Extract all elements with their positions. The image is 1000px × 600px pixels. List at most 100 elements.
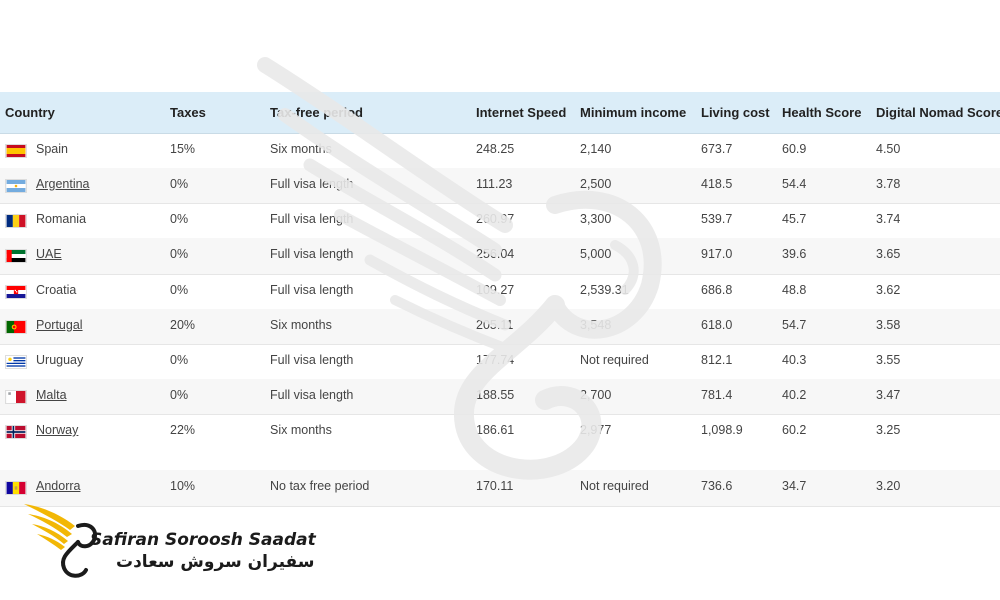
malta-flag-icon — [5, 390, 27, 404]
cell-digital-nomad-score: 4.50 — [876, 142, 901, 156]
header-health-score[interactable]: Health Score — [782, 92, 861, 133]
cell-living-cost: 1,098.9 — [701, 423, 743, 437]
cell-tax-free-period: Six months — [270, 423, 332, 437]
cell-health-score: 54.4 — [782, 177, 807, 191]
table-row: Portugal 20% Six months 205.11 3,548 618.0 54.… — [0, 309, 1000, 345]
cell-living-cost: 418.5 — [701, 177, 733, 191]
cell-health-score: 34.7 — [782, 479, 807, 493]
table-row: Uruguay 0% Full visa length 177.74 Not requi… — [0, 344, 1000, 380]
cell-health-score: 40.3 — [782, 353, 807, 367]
cell-minimum-income: 3,300 — [580, 212, 612, 226]
cell-health-score: 48.8 — [782, 283, 807, 297]
cell-internet-speed: 260.97 — [476, 212, 515, 226]
cell-tax-free-period: Full visa length — [270, 283, 354, 297]
table-row: Spain 15% Six months 248.25 2,140 673.7 60.9 4.… — [0, 133, 1000, 169]
cell-living-cost: 812.1 — [701, 353, 733, 367]
norway-flag-icon — [5, 425, 27, 439]
cell-digital-nomad-score: 3.74 — [876, 212, 901, 226]
cell-minimum-income: 2,539.31 — [580, 283, 629, 297]
cell-tax-free-period: Full visa length — [270, 177, 354, 191]
header-digital-nomad-score[interactable]: Digital Nomad Score — [876, 92, 1000, 133]
country-link[interactable]: Norway — [36, 423, 78, 437]
table-header: Country Taxes Tax-free period Internet S… — [0, 92, 1000, 134]
argentina-flag-icon — [5, 179, 27, 193]
cell-health-score: 40.2 — [782, 388, 807, 402]
cell-internet-speed: 109.27 — [476, 283, 515, 297]
cell-minimum-income: Not required — [580, 479, 649, 493]
table-row: Romania 0% Full visa length 260.97 3,300 539.… — [0, 203, 1000, 239]
andorra-flag-icon — [5, 481, 27, 495]
logo-name-en: Safiran Soroosh Saadat — [90, 530, 316, 550]
cell-living-cost: 917.0 — [701, 247, 733, 261]
cell-tax-free-period: Six months — [270, 318, 332, 332]
header-tax-free-period[interactable]: Tax-free period — [270, 92, 363, 133]
cell-minimum-income: 2,977 — [580, 423, 612, 437]
portugal-flag-icon — [5, 320, 27, 334]
cell-health-score: 60.2 — [782, 423, 807, 437]
cell-living-cost: 673.7 — [701, 142, 733, 156]
country-link[interactable]: Andorra — [36, 479, 80, 493]
romania-flag-icon — [5, 214, 27, 228]
cell-internet-speed: 186.61 — [476, 423, 515, 437]
country-name: Croatia — [36, 283, 77, 297]
cell-internet-speed: 170.11 — [476, 479, 514, 493]
cell-minimum-income: 5,000 — [580, 247, 612, 261]
cell-health-score: 54.7 — [782, 318, 807, 332]
country-name: Romania — [36, 212, 87, 226]
cell-internet-speed: 248.25 — [476, 142, 515, 156]
cell-minimum-income: Not required — [580, 353, 649, 367]
cell-digital-nomad-score: 3.58 — [876, 318, 901, 332]
cell-minimum-income: 3,548 — [580, 318, 612, 332]
cell-living-cost: 781.4 — [701, 388, 733, 402]
cell-digital-nomad-score: 3.20 — [876, 479, 901, 493]
cell-internet-speed: 188.55 — [476, 388, 515, 402]
cell-tax-free-period: No tax free period — [270, 479, 370, 493]
uae-flag-icon — [5, 249, 27, 263]
cell-taxes: 20% — [170, 318, 196, 332]
cell-internet-speed: 111.23 — [476, 177, 513, 191]
table-row: Argentina 0% Full visa length 111.23 2,500 41… — [0, 168, 1000, 204]
cell-health-score: 45.7 — [782, 212, 807, 226]
cell-minimum-income: 2,500 — [580, 177, 612, 191]
cell-internet-speed: 205.11 — [476, 318, 514, 332]
header-living-cost[interactable]: Living cost — [701, 92, 770, 133]
cell-taxes: 0% — [170, 247, 189, 261]
cell-taxes: 0% — [170, 388, 189, 402]
country-link[interactable]: Portugal — [36, 318, 83, 332]
cell-living-cost: 618.0 — [701, 318, 733, 332]
header-country[interactable]: Country — [5, 92, 55, 133]
table-row: Croatia 0% Full visa length 109.27 2,539.31 6… — [0, 274, 1000, 310]
header-taxes[interactable]: Taxes — [170, 92, 206, 133]
cell-health-score: 39.6 — [782, 247, 807, 261]
country-link[interactable]: Argentina — [36, 177, 90, 191]
cell-minimum-income: 2,700 — [580, 388, 612, 402]
table-row: Norway 22% Six months 186.61 2,977 1,098.9 60.… — [0, 414, 1000, 471]
cell-taxes: 15% — [170, 142, 196, 156]
cell-internet-speed: 177.74 — [476, 353, 515, 367]
croatia-flag-icon — [5, 285, 27, 299]
cell-living-cost: 686.8 — [701, 283, 733, 297]
cell-taxes: 22% — [170, 423, 196, 437]
logo-name-fa: سفیران سروش سعادت — [116, 552, 315, 572]
country-link[interactable]: Malta — [36, 388, 67, 402]
spain-flag-icon — [5, 144, 27, 158]
company-logo[interactable]: Safiran Soroosh Saadat سفیران سروش سعادت — [20, 500, 316, 582]
cell-tax-free-period: Six months — [270, 142, 332, 156]
cell-taxes: 0% — [170, 212, 189, 226]
country-name: Uruguay — [36, 353, 84, 367]
cell-digital-nomad-score: 3.65 — [876, 247, 901, 261]
cell-digital-nomad-score: 3.62 — [876, 283, 901, 297]
header-internet-speed[interactable]: Internet Speed — [476, 92, 566, 133]
header-minimum-income[interactable]: Minimum income — [580, 92, 686, 133]
uruguay-flag-icon — [5, 355, 27, 369]
country-name: Spain — [36, 142, 68, 156]
cell-taxes: 0% — [170, 353, 189, 367]
cell-living-cost: 736.6 — [701, 479, 733, 493]
cell-taxes: 0% — [170, 177, 189, 191]
table-row: UAE 0% Full visa length 256.04 5,000 917.0 39.… — [0, 238, 1000, 275]
cell-taxes: 10% — [170, 479, 196, 493]
cell-internet-speed: 256.04 — [476, 247, 515, 261]
cell-tax-free-period: Full visa length — [270, 388, 354, 402]
country-link[interactable]: UAE — [36, 247, 62, 261]
table-row: Malta 0% Full visa length 188.55 2,700 781.4 4… — [0, 379, 1000, 415]
